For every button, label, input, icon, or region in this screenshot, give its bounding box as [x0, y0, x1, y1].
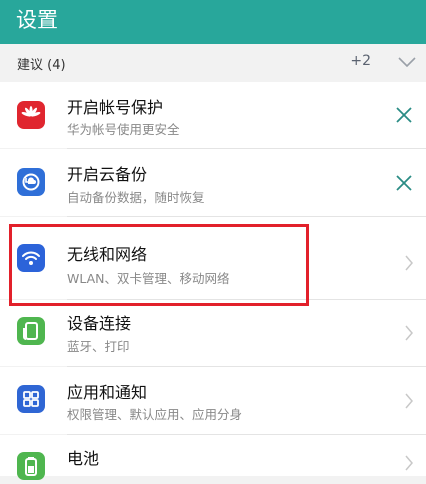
- item-title: 电池: [67, 449, 100, 468]
- settings-wireless-network[interactable]: 无线和网络 WLAN、双卡管理、移动网络: [0, 217, 426, 299]
- settings-device-connection[interactable]: 设备连接 蓝牙、打印: [0, 300, 426, 366]
- chevron-right-icon: [405, 255, 413, 271]
- apps-icon: [17, 385, 45, 413]
- suggestions-label: 建议 (4): [17, 58, 66, 73]
- item-subtitle: 蓝牙、打印: [67, 339, 130, 354]
- page-title: 设置: [16, 8, 58, 32]
- suggestion-cloud-backup[interactable]: 开启云备份 自动备份数据，随时恢复: [0, 149, 426, 216]
- item-title: 开启帐号保护: [67, 98, 164, 117]
- item-title: 无线和网络: [67, 245, 148, 264]
- item-subtitle: 华为帐号使用更安全: [67, 122, 180, 137]
- suggestions-header[interactable]: 建议 (4) +2: [0, 44, 426, 82]
- item-title: 应用和通知: [67, 383, 148, 402]
- device-connect-icon: [17, 317, 45, 345]
- close-icon[interactable]: [395, 174, 413, 192]
- item-subtitle: 权限管理、默认应用、应用分身: [67, 407, 243, 422]
- item-title: 设备连接: [67, 314, 132, 333]
- chevron-right-icon: [405, 393, 413, 409]
- item-subtitle: WLAN、双卡管理、移动网络: [67, 271, 230, 286]
- chevron-down-icon[interactable]: [398, 57, 416, 67]
- item-subtitle: 自动备份数据，随时恢复: [67, 190, 205, 205]
- settings-battery[interactable]: 电池: [0, 435, 426, 480]
- cloud-backup-icon: [17, 168, 45, 196]
- item-title: 开启云备份: [67, 165, 148, 184]
- suggestions-extra-count: +2: [350, 53, 371, 69]
- wifi-icon: [17, 244, 45, 272]
- close-icon[interactable]: [395, 106, 413, 124]
- chevron-right-icon: [405, 455, 413, 471]
- huawei-logo-icon: [17, 101, 45, 129]
- chevron-right-icon: [405, 325, 413, 341]
- app-bar: 设置: [0, 0, 426, 44]
- settings-apps-notifications[interactable]: 应用和通知 权限管理、默认应用、应用分身: [0, 367, 426, 434]
- suggestion-account-protection[interactable]: 开启帐号保护 华为帐号使用更安全: [0, 82, 426, 148]
